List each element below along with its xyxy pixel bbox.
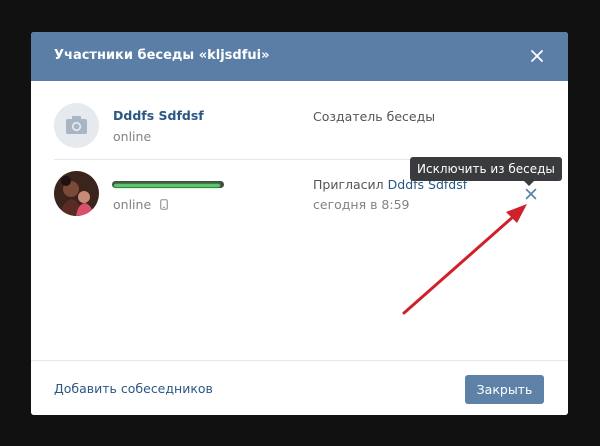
member-name[interactable]: Dddfs Sdfdsf: [113, 108, 204, 123]
invite-time: сегодня в 8:59: [313, 197, 410, 212]
close-icon: [531, 50, 543, 62]
dialog-title: Участники беседы «kljsdfui»: [54, 48, 270, 63]
member-status: online: [113, 197, 168, 212]
name-highlight-mark: [114, 184, 220, 187]
member-avatar[interactable]: [54, 103, 99, 148]
remove-tooltip: Исключить из беседы: [410, 157, 562, 181]
add-members-link[interactable]: Добавить собеседников: [54, 381, 213, 396]
member-role: Создатель беседы: [313, 109, 436, 124]
tooltip-tail: [524, 181, 534, 186]
member-status-text: online: [113, 197, 152, 212]
dialog-header: Участники беседы «kljsdfui»: [31, 32, 568, 81]
close-icon: [525, 188, 537, 200]
remove-member-button[interactable]: [523, 186, 539, 202]
dialog-close-button[interactable]: [527, 46, 547, 66]
members-dialog: Участники беседы «kljsdfui» Dddfs Sdfdsf…: [31, 32, 568, 415]
mobile-icon: [160, 199, 168, 210]
invited-prefix: Пригласил: [313, 177, 388, 192]
camera-icon: [66, 116, 87, 134]
member-status: online: [113, 129, 152, 144]
close-button[interactable]: Закрыть: [465, 375, 544, 404]
dialog-footer: Добавить собеседников Закрыть: [31, 360, 568, 415]
member-row: Dddfs Sdfdsf online Создатель беседы: [54, 103, 546, 160]
avatar-photo: [54, 171, 99, 216]
member-avatar-photo[interactable]: [54, 171, 99, 216]
